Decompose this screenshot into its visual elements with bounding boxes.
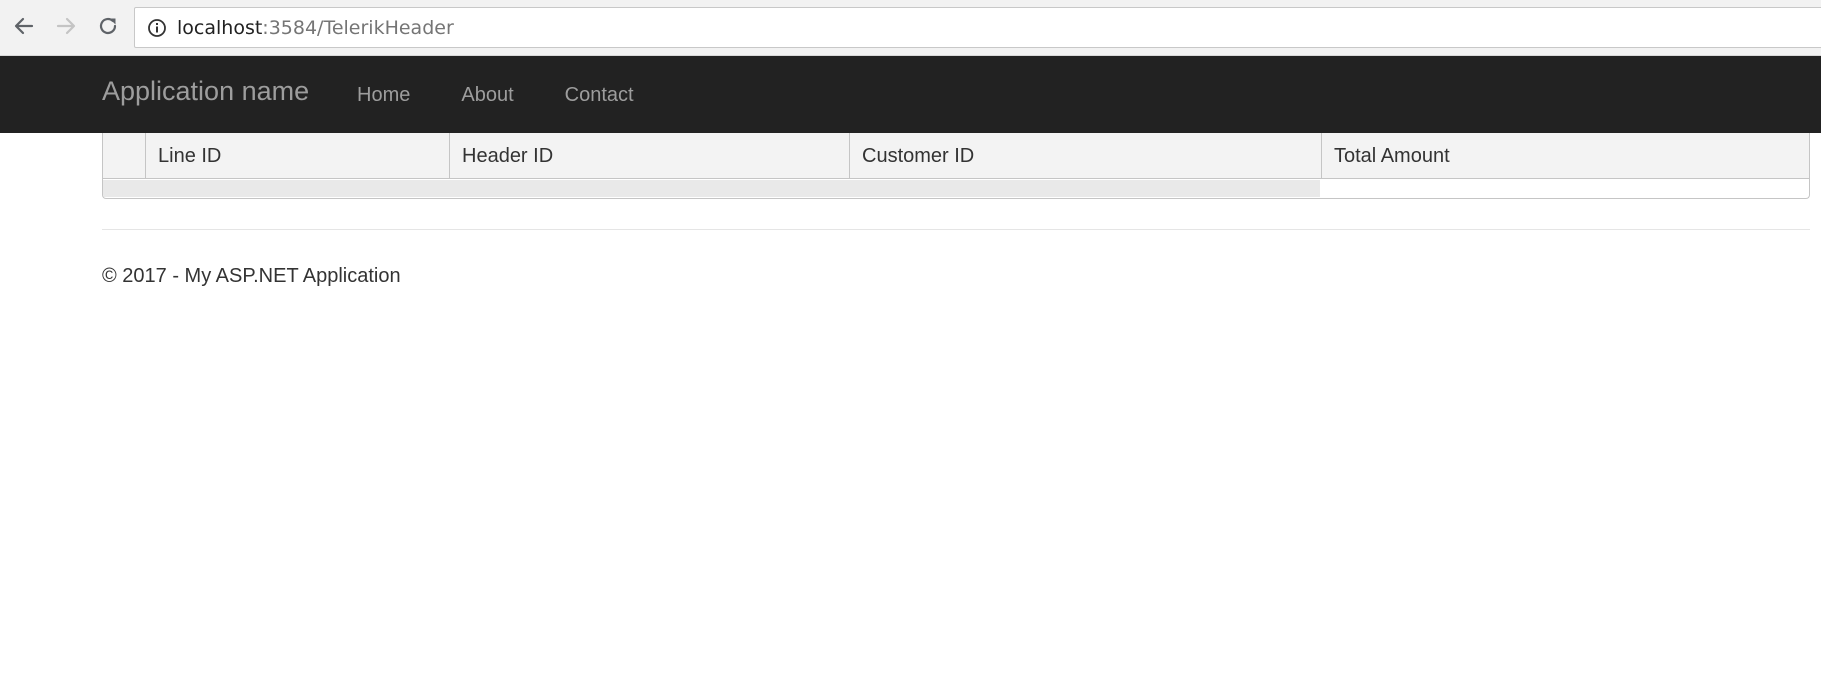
url-path: :3584/TelerikHeader: [262, 16, 454, 39]
back-button[interactable]: [8, 10, 40, 42]
url-host: localhost: [177, 16, 263, 39]
column-header-customer-id[interactable]: Customer ID: [849, 133, 1321, 179]
grid-header: Line ID Header ID Customer ID Total Amou…: [103, 133, 1809, 179]
arrow-right-icon: [56, 17, 76, 35]
url-text: localhost:3584/TelerikHeader: [177, 17, 454, 39]
footer-divider: [102, 229, 1810, 230]
horizontal-scrollbar[interactable]: [103, 180, 1320, 197]
nav-link-contact[interactable]: Contact: [565, 84, 634, 107]
data-grid: Line ID Header ID Customer ID Total Amou…: [102, 133, 1810, 199]
column-header-total-amount[interactable]: Total Amount: [1321, 133, 1809, 179]
hierarchy-column-header: [103, 133, 145, 179]
nav-link-about[interactable]: About: [461, 84, 513, 107]
reload-button[interactable]: [92, 10, 124, 42]
column-header-line-id[interactable]: Line ID: [145, 133, 449, 179]
footer-text: © 2017 - My ASP.NET Application: [102, 265, 401, 287]
column-header-header-id[interactable]: Header ID: [449, 133, 849, 179]
reload-icon: [99, 17, 117, 35]
browser-toolbar: localhost:3584/TelerikHeader: [0, 0, 1821, 56]
nav-link-home[interactable]: Home: [357, 84, 410, 107]
site-navbar: Application name Home About Contact: [0, 56, 1821, 133]
info-icon[interactable]: [145, 16, 169, 40]
arrow-left-icon: [14, 17, 34, 35]
nav-links: Home About Contact: [357, 84, 685, 107]
forward-button[interactable]: [50, 10, 82, 42]
brand-link[interactable]: Application name: [102, 76, 309, 107]
address-bar[interactable]: localhost:3584/TelerikHeader: [134, 7, 1821, 48]
